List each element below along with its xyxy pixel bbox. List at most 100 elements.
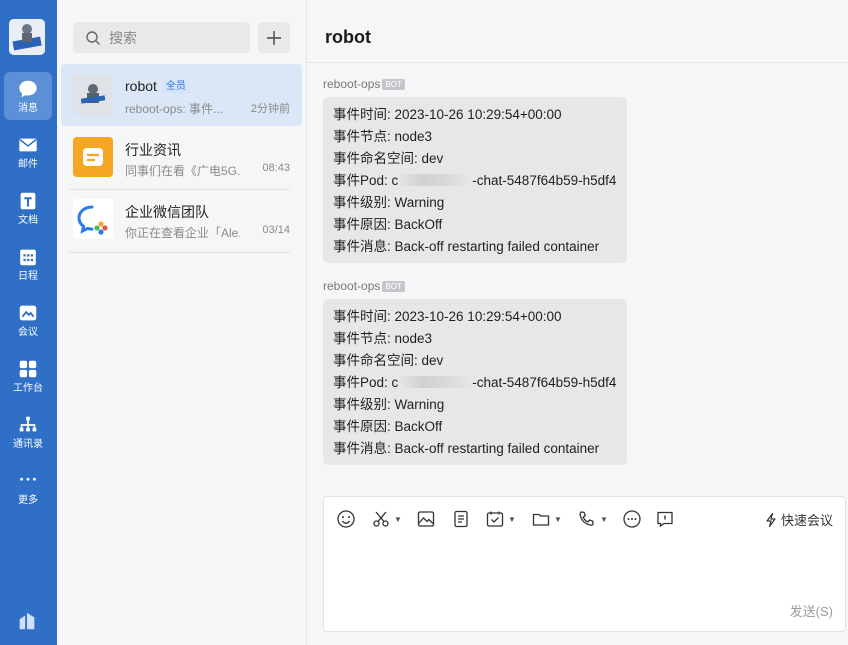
nav-item-contacts[interactable]: 通讯录 [4,408,52,456]
conversation-time: 2分钟前 [250,103,290,115]
search-placeholder: 搜索 [109,29,137,46]
chat-header: robot [307,0,848,63]
mail-icon [19,138,37,152]
event-level: 事件级别: Warning [333,397,445,412]
chevron-down-icon: ▼ [600,514,608,524]
message-bubble[interactable]: 事件时间: 2023-10-26 10:29:54+00:00 事件节点: no… [323,299,627,465]
event-reason: 事件原因: BackOff [333,419,443,434]
conversation-title: 行业资讯 [125,142,181,158]
nav-label: 日程 [18,271,38,282]
event-time: 事件时间: 2023-10-26 10:29:54+00:00 [333,107,562,122]
nav-rail: 消息 邮件 文档 日程 会议 工作台 通讯录 更多 [0,0,57,645]
chat-bubble-icon [19,80,37,98]
event-node: 事件节点: node3 [333,129,433,144]
nav-label: 工作台 [13,383,43,394]
bot-tag: BOT [382,281,405,292]
screenshot-button[interactable]: ▼ [371,508,402,530]
plus-icon [267,30,281,45]
conversation-item-industry-news[interactable]: 行业资讯 同事们在看《广电5G... 08:43 [61,126,302,188]
conversation-list: 搜索 robot 全员 reboot-ops: 事件... 2分钟前 行业资讯 … [57,0,307,645]
conversation-item-wecom-team[interactable]: 企业微信团队 你正在查看企业「Ale... 03/14 [61,188,302,250]
quick-meeting-label: 快速会议 [780,513,833,528]
nav-item-workbench[interactable]: 工作台 [4,352,52,400]
all-members-badge: 全员 [161,80,190,94]
nav-item-docs[interactable]: 文档 [4,184,52,232]
event-message: 事件消息: Back-off restarting failed contain… [333,441,600,456]
message-bubble[interactable]: 事件时间: 2023-10-26 10:29:54+00:00 事件节点: no… [323,97,627,263]
image-button[interactable] [416,508,436,530]
user-avatar[interactable] [9,19,45,55]
calendar-icon [20,249,36,266]
conversation-title: 企业微信团队 [125,204,209,220]
building-icon[interactable] [16,610,38,632]
document-icon [20,192,36,210]
nav-label: 文档 [18,215,38,226]
message-sender: reboot-ops BOT [323,279,405,293]
contacts-icon [19,416,37,432]
event-namespace: 事件命名空间: dev [333,151,444,166]
event-pod: 事件Pod: c -chat-5487f64b59-h5df4 [333,173,617,188]
robot-avatar [73,75,113,115]
event-pod: 事件Pod: c -chat-5487f64b59-h5df4 [333,375,617,390]
nav-item-messages[interactable]: 消息 [4,72,52,120]
image-icon [417,511,435,527]
nav-label: 消息 [18,103,38,114]
document-button[interactable] [451,508,471,530]
workbench-icon [19,360,37,378]
conversation-time: 03/14 [262,224,290,236]
message-square-icon [657,511,673,528]
event-level: 事件级别: Warning [333,195,445,210]
document-icon [454,510,468,528]
checklist-icon [486,511,504,527]
add-button[interactable] [258,22,290,53]
conversation-preview: 你正在查看企业「Ale... [125,226,240,240]
call-button[interactable]: ▼ [577,508,608,530]
todo-button[interactable]: ▼ [485,508,516,530]
search-icon [86,30,100,45]
news-icon [73,137,113,177]
conversation-preview: reboot-ops: 事件... [125,102,224,116]
event-reason: 事件原因: BackOff [333,217,443,232]
event-namespace: 事件命名空间: dev [333,353,444,368]
divider [69,252,290,253]
chevron-down-icon: ▼ [554,514,562,524]
chat-title: robot [325,27,371,47]
more-icon [623,510,641,528]
search-input[interactable]: 搜索 [73,22,250,53]
event-time: 事件时间: 2023-10-26 10:29:54+00:00 [333,309,562,324]
wecom-logo-icon [73,199,113,239]
conversation-title: robot 全员 [125,78,190,94]
conversation-item-robot[interactable]: robot 全员 reboot-ops: 事件... 2分钟前 [61,64,302,126]
quick-meeting-button[interactable]: 快速会议 [763,510,833,529]
chevron-down-icon: ▼ [394,514,402,524]
conversation-preview: 同事们在看《广电5G... [125,164,240,178]
phone-icon [579,511,594,526]
more-icon [20,477,36,481]
chat-panel: robot reboot-ops BOT 事件时间: 2023-10-26 10:… [307,0,848,645]
nav-label: 会议 [18,327,38,338]
lightning-icon [766,512,776,527]
nav-label: 通讯录 [13,439,43,450]
more-options-button[interactable] [622,508,642,530]
send-button[interactable]: 发送(S) [790,601,833,620]
folder-icon [532,513,550,526]
nav-item-calendar[interactable]: 日程 [4,240,52,288]
redaction-blur [398,174,473,186]
message-sender: reboot-ops BOT [323,77,405,91]
nav-item-meeting[interactable]: 会议 [4,296,52,344]
scissors-icon [373,511,389,527]
nav-item-more[interactable]: 更多 [4,464,52,512]
emoji-button[interactable] [336,508,356,530]
meeting-icon [19,305,37,321]
chat-history-button[interactable] [655,508,675,530]
folder-button[interactable]: ▼ [531,508,562,530]
message-composer[interactable]: ▼ ▼ ▼ ▼ 快速会议 发送(S) [323,496,846,632]
conversation-time: 08:43 [262,162,290,174]
nav-label: 更多 [18,495,38,506]
event-node: 事件节点: node3 [333,331,433,346]
nav-item-mail[interactable]: 邮件 [4,128,52,176]
nav-label: 邮件 [18,159,38,170]
emoji-icon [337,510,355,528]
bot-tag: BOT [382,79,405,90]
event-message: 事件消息: Back-off restarting failed contain… [333,239,600,254]
